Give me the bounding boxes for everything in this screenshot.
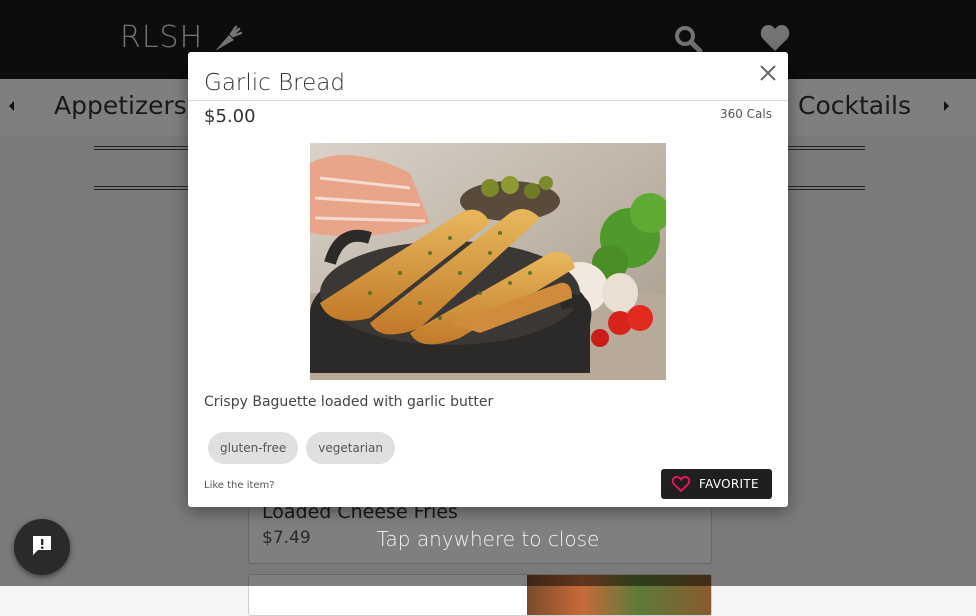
feedback-button[interactable] [14,519,70,575]
diet-tag: gluten-free [208,432,299,464]
diet-tag: vegetarian [306,432,396,464]
like-prompt: Like the item? [204,480,275,491]
item-detail-modal: Garlic Bread $5.00 360 Cals Crispy Bague… [188,52,788,507]
item-description: Crispy Baguette loaded with garlic butte… [204,394,494,410]
diet-tags: gluten-free vegetarian [208,432,396,464]
close-hint: Tap anywhere to close [376,527,600,551]
item-photo [310,143,666,380]
modal-divider [188,100,788,101]
item-price: $5.00 [204,106,256,127]
modal-title: Garlic Bread [204,70,345,96]
heart-outline-icon [671,475,691,493]
item-calories: 360 Cals [719,107,772,121]
favorite-button[interactable]: FAVORITE [661,469,772,499]
favorite-button-label: FAVORITE [699,477,759,491]
close-icon[interactable] [759,64,777,82]
feedback-icon [31,534,53,560]
